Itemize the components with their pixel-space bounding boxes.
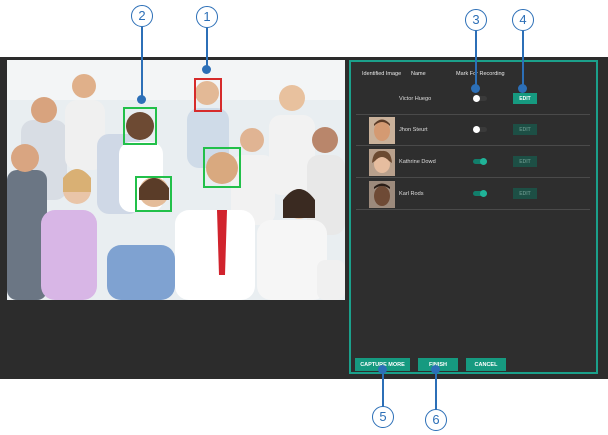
edit-button[interactable]: EDIT (513, 93, 537, 104)
callout-leader-2 (141, 27, 143, 99)
face-box-unidentified[interactable] (194, 78, 222, 112)
header-identified-image: Identified Image (362, 71, 402, 77)
callout-leader-5 (382, 368, 384, 408)
face-box-identified[interactable] (203, 147, 241, 188)
cancel-button[interactable]: CANCEL (466, 358, 506, 371)
mark-for-recording-toggle[interactable] (473, 95, 487, 102)
face-thumbnail (369, 117, 395, 144)
face-thumbnail (369, 149, 395, 176)
edit-button[interactable]: EDIT (513, 124, 537, 135)
callout-2: 2 (131, 5, 153, 27)
callout-anchor-3 (471, 84, 480, 93)
edit-button[interactable]: EDIT (513, 188, 537, 199)
group-photo-illustration (7, 60, 345, 300)
callout-leader-4 (522, 31, 524, 88)
callout-6: 6 (425, 409, 447, 431)
toggle-knob (480, 158, 487, 165)
callout-leader-1 (206, 28, 208, 68)
face-thumbnail-image (369, 117, 395, 144)
callout-anchor-2 (137, 95, 146, 104)
table-row: Jhon Steurt EDIT (356, 115, 590, 146)
mark-for-recording-toggle[interactable] (473, 158, 487, 165)
callout-anchor-4 (518, 84, 527, 93)
mark-for-recording-toggle[interactable] (473, 190, 487, 197)
face-box-identified[interactable] (135, 176, 172, 212)
identified-faces-panel: Identified Image Name Mark For Recording… (349, 60, 598, 374)
mark-for-recording-toggle[interactable] (473, 126, 487, 133)
person-name: Karl Rods (399, 191, 424, 197)
table-row: Kathrine Dowd EDIT (356, 147, 590, 178)
callout-anchor-1 (202, 65, 211, 74)
edit-button[interactable]: EDIT (513, 156, 537, 167)
callout-leader-3 (475, 31, 477, 88)
face-box-identified[interactable] (123, 107, 157, 145)
captured-photo (7, 60, 345, 300)
face-thumbnail (369, 181, 395, 208)
toggle-knob (480, 190, 487, 197)
person-name: Jhon Steurt (399, 127, 428, 133)
callout-leader-6 (435, 368, 437, 410)
callout-5: 5 (372, 406, 394, 428)
callout-anchor-6 (431, 365, 440, 374)
callout-anchor-5 (378, 365, 387, 374)
header-mark-for-recording: Mark For Recording (456, 71, 505, 77)
callout-3: 3 (465, 9, 487, 31)
header-name: Name (411, 71, 426, 77)
toggle-knob (473, 126, 480, 133)
table-row: Karl Rods EDIT (356, 179, 590, 210)
person-name: Kathrine Dowd (399, 159, 436, 165)
person-name: Victor Huego (399, 96, 432, 102)
toggle-knob (473, 95, 480, 102)
callout-1: 1 (196, 6, 218, 28)
face-thumbnail-image (369, 149, 395, 176)
callout-4: 4 (512, 9, 534, 31)
face-thumbnail-image (369, 181, 395, 208)
